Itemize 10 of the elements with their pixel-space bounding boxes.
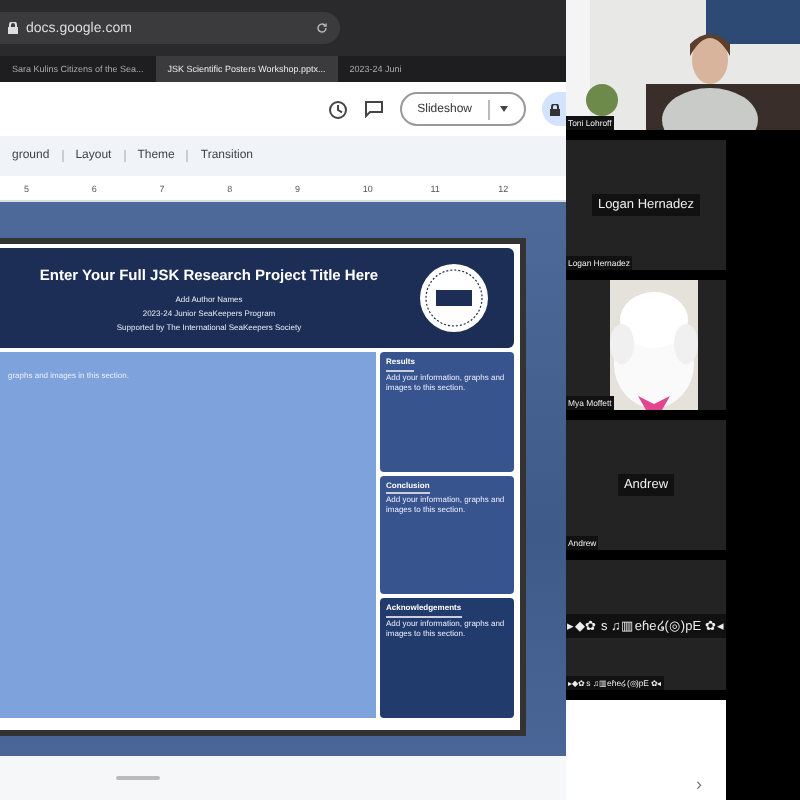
share-button[interactable] [542,92,566,126]
comment-icon[interactable] [363,100,384,118]
reload-icon[interactable] [316,22,328,34]
lock-icon [8,22,18,34]
history-icon[interactable] [327,99,348,119]
lock-icon [549,103,559,115]
caret-icon[interactable] [500,106,508,112]
badge-icon [418,262,490,334]
next-button[interactable]: › [696,774,702,794]
scroll-handle[interactable] [116,776,160,780]
